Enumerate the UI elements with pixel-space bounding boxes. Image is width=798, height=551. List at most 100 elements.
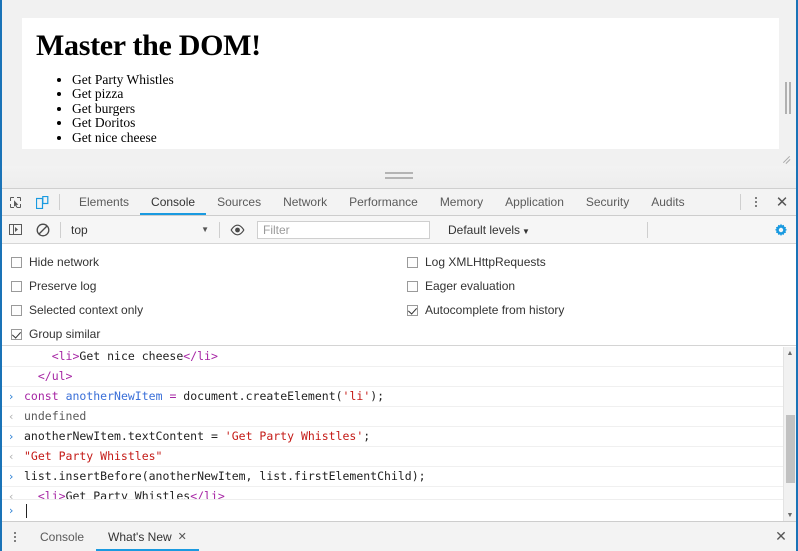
log-levels-label: Default levels: [448, 222, 521, 237]
toolbar-divider: [59, 194, 60, 210]
console-output-arrow-icon: ‹: [9, 410, 14, 423]
setting-log-xmlhttprequests[interactable]: Log XMLHttpRequests: [407, 250, 564, 274]
page-viewport: Master the DOM! Get Party Whistles Get p…: [2, 0, 796, 166]
settings-column-left: Hide network Preserve log Selected conte…: [11, 250, 143, 346]
tab-console[interactable]: Console: [140, 189, 207, 215]
splitter-grip-icon[interactable]: [385, 172, 413, 182]
checkbox[interactable]: [11, 280, 22, 292]
inspect-element-icon[interactable]: [2, 189, 29, 215]
tab-network[interactable]: Network: [272, 189, 338, 215]
console-input-message[interactable]: › list.insertBefore(anotherNewItem, list.…: [2, 467, 796, 487]
console-token: anotherNewItem.textContent: [24, 429, 205, 443]
console-scrollbar-thumb[interactable]: [786, 415, 795, 483]
console-toolbar: top ▼ Filter Default levels ▼: [2, 216, 796, 244]
checkbox[interactable]: [11, 328, 22, 340]
checkbox[interactable]: [11, 256, 22, 268]
console-output-message[interactable]: <li>Get nice cheese</li>: [2, 347, 796, 367]
console-scrollbar[interactable]: ▲ ▼: [783, 347, 796, 522]
rendered-page: Master the DOM! Get Party Whistles Get p…: [22, 18, 779, 149]
list-item: Get Doritos: [72, 116, 765, 131]
console-output-message[interactable]: </ul>: [2, 367, 796, 387]
console-output-arrow-icon: ‹: [9, 450, 14, 463]
tab-performance[interactable]: Performance: [338, 189, 429, 215]
tab-label: Security: [585, 195, 630, 209]
console-prompt-arrow-icon: ›: [9, 504, 14, 517]
console-token: </ul>: [37, 369, 73, 383]
list-item: Get nice cheese: [72, 130, 765, 146]
drawer-tab-whats-new[interactable]: What's New ✕: [96, 522, 199, 551]
console-token: 'Get Party Whistles': [224, 429, 364, 443]
tab-elements[interactable]: Elements: [68, 189, 140, 215]
tabbar-right-controls: ✕: [737, 189, 796, 215]
page-content: Master the DOM! Get Party Whistles Get p…: [22, 18, 779, 145]
drawer-tab-label: What's New: [108, 529, 172, 544]
console-message-list[interactable]: <li>Get nice cheese</li> </ul> › const ano…: [2, 347, 796, 522]
console-token: [24, 369, 38, 383]
setting-label: Eager evaluation: [425, 279, 516, 293]
console-output-message[interactable]: ‹ undefined: [2, 407, 796, 427]
toolbar-divider: [60, 221, 61, 238]
scroll-up-icon[interactable]: ▲: [784, 347, 796, 360]
settings-gear-icon[interactable]: [766, 223, 796, 237]
console-prompt[interactable]: ›: [2, 499, 796, 522]
panel-splitter[interactable]: [2, 166, 796, 189]
resize-grip-icon[interactable]: [781, 152, 793, 164]
tab-audits[interactable]: Audits: [640, 189, 695, 215]
console-input-message[interactable]: › anotherNewItem.textContent = 'Get Party…: [2, 427, 796, 447]
execution-context-value: top: [71, 222, 88, 237]
device-toolbar-icon[interactable]: [29, 189, 56, 215]
console-settings-panel: Hide network Preserve log Selected conte…: [2, 244, 796, 346]
tab-label: Audits: [651, 195, 685, 209]
log-levels-dropdown[interactable]: Default levels ▼: [448, 223, 530, 237]
console-token: <li>: [51, 349, 80, 363]
tab-memory[interactable]: Memory: [429, 189, 494, 215]
tab-application[interactable]: Application: [494, 189, 575, 215]
tab-security[interactable]: Security: [575, 189, 640, 215]
toolbar-divider: [740, 194, 741, 210]
clear-console-icon[interactable]: [29, 216, 56, 243]
list-item: Get Party Whistles: [72, 72, 765, 88]
close-icon[interactable]: ✕: [768, 189, 796, 215]
checkbox[interactable]: [407, 256, 418, 268]
drawer-close-icon[interactable]: ✕: [766, 522, 796, 551]
text-cursor: [26, 504, 27, 518]
console-token: undefined: [24, 409, 87, 423]
drawer-tab-close-icon[interactable]: ✕: [178, 530, 187, 543]
chevron-down-icon: ▼: [201, 225, 209, 234]
drawer-more-options-icon[interactable]: [2, 522, 28, 551]
execution-context-select[interactable]: top ▼: [65, 223, 215, 237]
chevron-down-icon: ▼: [522, 226, 530, 236]
checkbox[interactable]: [407, 280, 418, 292]
drawer-tabbar: Console What's New ✕ ✕: [2, 521, 796, 551]
devtools-tabbar: Elements Console Sources Network Perform…: [2, 189, 796, 216]
setting-group-similar[interactable]: Group similar: [11, 322, 143, 346]
setting-selected-context-only[interactable]: Selected context only: [11, 298, 143, 322]
page-scrollbar-thumb[interactable]: [785, 82, 787, 114]
console-token: 'li': [342, 389, 371, 403]
filter-input[interactable]: Filter: [257, 220, 430, 239]
tab-sources[interactable]: Sources: [206, 189, 272, 215]
setting-eager-evaluation[interactable]: Eager evaluation: [407, 274, 564, 298]
tab-label: Elements: [79, 195, 130, 209]
checkbox[interactable]: [407, 304, 418, 316]
page-scrollbar[interactable]: [781, 2, 794, 165]
drawer-tab-console[interactable]: Console: [28, 522, 96, 551]
console-input-message[interactable]: › const anotherNewItem = document.createE…: [2, 387, 796, 407]
checkbox[interactable]: [11, 304, 22, 316]
console-output-message[interactable]: ‹ "Get Party Whistles": [2, 447, 796, 467]
more-options-icon[interactable]: [744, 189, 768, 215]
console-token: "Get Party Whistles": [24, 449, 163, 463]
setting-hide-network[interactable]: Hide network: [11, 250, 143, 274]
console-token: =: [204, 429, 225, 443]
tab-list: Elements Console Sources Network Perform…: [68, 189, 696, 215]
setting-preserve-log[interactable]: Preserve log: [11, 274, 143, 298]
console-input-arrow-icon: ›: [9, 390, 14, 403]
live-expression-icon[interactable]: [224, 216, 251, 243]
console-token: );: [370, 389, 385, 403]
console-input-arrow-icon: ›: [9, 430, 14, 443]
console-sidebar-icon[interactable]: [2, 216, 29, 243]
console-token: document.createElement(: [176, 389, 343, 403]
page-scrollbar-thumb-2[interactable]: [789, 82, 791, 114]
setting-autocomplete-from-history[interactable]: Autocomplete from history: [407, 298, 564, 322]
settings-column-right: Log XMLHttpRequests Eager evaluation Aut…: [407, 250, 564, 322]
